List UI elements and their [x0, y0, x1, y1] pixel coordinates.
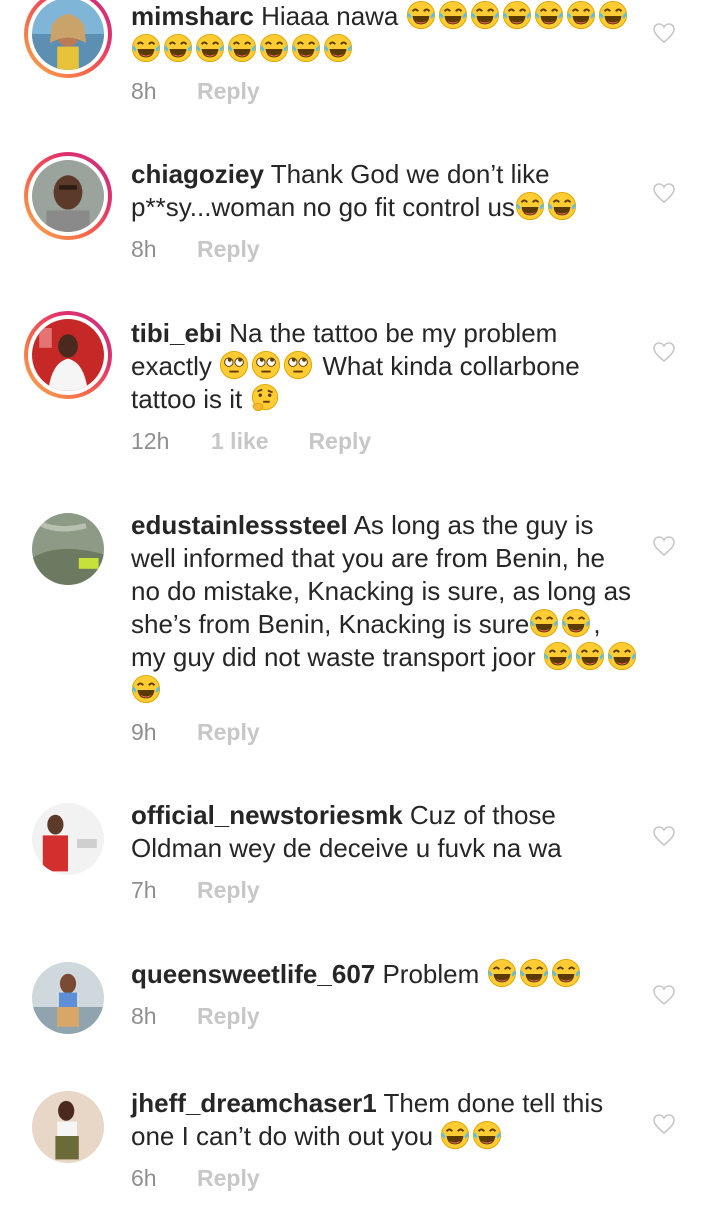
- comment-meta: 8h Reply: [131, 1001, 641, 1031]
- comment-username[interactable]: jheff_dreamchaser1: [131, 1088, 377, 1118]
- laugh-emoji-icon: [195, 33, 225, 63]
- heart-outline-icon[interactable]: [652, 825, 676, 847]
- comment-meta: 6h Reply: [131, 1163, 641, 1193]
- laugh-emoji-icon: [131, 674, 161, 704]
- heart-outline-icon[interactable]: [652, 182, 676, 204]
- likes-count[interactable]: 1 like: [211, 426, 269, 456]
- comments-list: mimsharc Hiaaa nawa 8h Reply chiagoziey …: [0, 0, 720, 1221]
- comment-body: jheff_dreamchaser1 Them done tell this o…: [131, 1087, 641, 1193]
- heart-outline-icon[interactable]: [652, 22, 676, 44]
- comment-body: mimsharc Hiaaa nawa 8h Reply: [131, 0, 641, 106]
- comment-body: tibi_ebi Na the tattoo be my problem exa…: [131, 317, 641, 456]
- avatar: [32, 803, 104, 875]
- laugh-emoji-icon: [575, 641, 605, 671]
- comment-message: Hiaaa nawa: [261, 1, 406, 31]
- heart-outline-icon[interactable]: [652, 1113, 676, 1135]
- reply-button[interactable]: Reply: [197, 875, 260, 905]
- eyeroll-emoji-icon: [219, 350, 249, 380]
- laugh-emoji-icon: [131, 33, 161, 63]
- avatar: [32, 160, 104, 232]
- avatar: [32, 1091, 104, 1163]
- reply-button[interactable]: Reply: [197, 76, 260, 106]
- avatar-story-ring[interactable]: [24, 0, 112, 78]
- eyeroll-emoji-icon: [251, 350, 281, 380]
- comment-meta: 8h Reply: [131, 234, 641, 264]
- avatar-wrapper[interactable]: [24, 505, 112, 593]
- laugh-emoji-icon: [607, 641, 637, 671]
- comment-text: jheff_dreamchaser1 Them done tell this o…: [131, 1087, 641, 1153]
- laugh-emoji-icon: [534, 0, 564, 30]
- laugh-emoji-icon: [323, 33, 353, 63]
- laugh-emoji-icon: [515, 191, 545, 221]
- comment-time: 12h: [131, 428, 170, 454]
- comment-username[interactable]: chiagoziey: [131, 159, 264, 189]
- laugh-emoji-icon: [529, 608, 559, 638]
- comment-time: 8h: [131, 78, 157, 104]
- comment-text: official_newstoriesmk Cuz of those Oldma…: [131, 799, 641, 865]
- laugh-emoji-icon: [566, 0, 596, 30]
- comment-time: 8h: [131, 236, 157, 262]
- laugh-emoji-icon: [487, 958, 517, 988]
- avatar-wrapper[interactable]: [24, 954, 112, 1042]
- avatar-story-ring[interactable]: [24, 152, 112, 240]
- laugh-emoji-icon: [543, 641, 573, 671]
- comment-time: 7h: [131, 877, 157, 903]
- laugh-emoji-icon: [519, 958, 549, 988]
- comment-text: chiagoziey Thank God we don’t like p**sy…: [131, 158, 641, 224]
- avatar: [32, 513, 104, 585]
- comment-meta: 9h Reply: [131, 717, 641, 747]
- comment-username[interactable]: official_newstoriesmk: [131, 800, 403, 830]
- avatar: [32, 962, 104, 1034]
- comment-body: queensweetlife_607 Problem 8h Reply: [131, 958, 641, 1031]
- comment-time: 6h: [131, 1165, 157, 1191]
- laugh-emoji-icon: [259, 33, 289, 63]
- laugh-emoji-icon: [406, 0, 436, 30]
- comment-username[interactable]: tibi_ebi: [131, 318, 222, 348]
- reply-button[interactable]: Reply: [197, 717, 260, 747]
- laugh-emoji-icon: [547, 191, 577, 221]
- thinking-emoji-icon: [250, 383, 280, 413]
- comment-time: 8h: [131, 1003, 157, 1029]
- comment-message: Problem: [382, 959, 480, 989]
- comment-text: mimsharc Hiaaa nawa: [131, 0, 641, 66]
- reply-button[interactable]: Reply: [197, 1001, 260, 1031]
- laugh-emoji-icon: [502, 0, 532, 30]
- comment-meta: 7h Reply: [131, 875, 641, 905]
- heart-outline-icon[interactable]: [652, 341, 676, 363]
- avatar-wrapper[interactable]: [24, 1083, 112, 1171]
- laugh-emoji-icon: [227, 33, 257, 63]
- laugh-emoji-icon: [472, 1120, 502, 1150]
- comment-time: 9h: [131, 719, 157, 745]
- avatar: [32, 0, 104, 70]
- avatar-story-ring[interactable]: [24, 311, 112, 399]
- comment-body: edustainlesssteel As long as the guy is …: [131, 509, 641, 747]
- laugh-emoji-icon: [470, 0, 500, 30]
- laugh-emoji-icon: [598, 0, 628, 30]
- avatar-wrapper[interactable]: [24, 795, 112, 883]
- comment-meta: 12h 1 like Reply: [131, 426, 641, 456]
- laugh-emoji-icon: [163, 33, 193, 63]
- reply-button[interactable]: Reply: [197, 234, 260, 264]
- comment-username[interactable]: mimsharc: [131, 1, 254, 31]
- comment-text: queensweetlife_607 Problem: [131, 958, 641, 991]
- laugh-emoji-icon: [440, 1120, 470, 1150]
- comment-meta: 8h Reply: [131, 76, 641, 106]
- eyeroll-emoji-icon: [283, 350, 313, 380]
- laugh-emoji-icon: [561, 608, 591, 638]
- comment-body: chiagoziey Thank God we don’t like p**sy…: [131, 158, 641, 264]
- heart-outline-icon[interactable]: [652, 535, 676, 557]
- reply-button[interactable]: Reply: [197, 1163, 260, 1193]
- comment-text: edustainlesssteel As long as the guy is …: [131, 509, 641, 707]
- comment-username[interactable]: queensweetlife_607: [131, 959, 375, 989]
- heart-outline-icon[interactable]: [652, 984, 676, 1006]
- comment-text: tibi_ebi Na the tattoo be my problem exa…: [131, 317, 641, 416]
- laugh-emoji-icon: [291, 33, 321, 63]
- laugh-emoji-icon: [438, 0, 468, 30]
- avatar: [32, 319, 104, 391]
- comment-username[interactable]: edustainlesssteel: [131, 510, 348, 540]
- laugh-emoji-icon: [551, 958, 581, 988]
- comment-body: official_newstoriesmk Cuz of those Oldma…: [131, 799, 641, 905]
- reply-button[interactable]: Reply: [309, 426, 372, 456]
